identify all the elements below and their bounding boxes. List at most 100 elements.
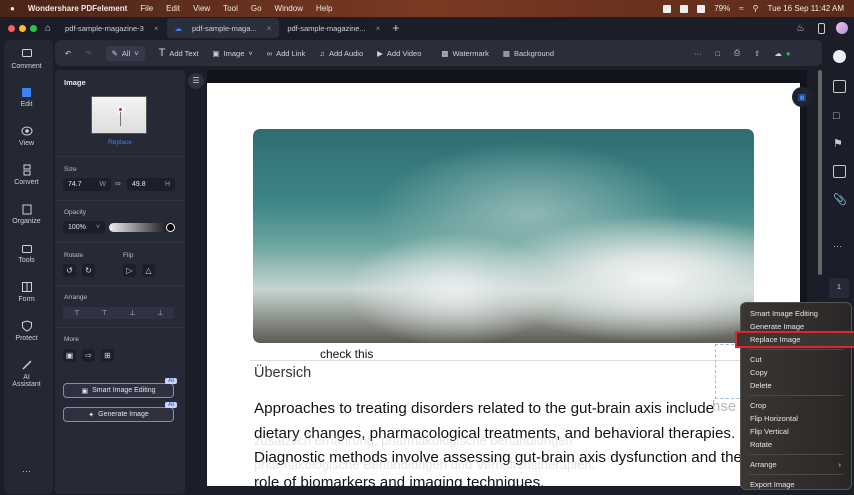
- undo-button[interactable]: ↶: [65, 49, 71, 58]
- scrollbar[interactable]: [818, 70, 822, 275]
- app-name[interactable]: Wondershare PDFelement: [28, 4, 127, 13]
- comments-icon[interactable]: □: [833, 110, 846, 123]
- avatar[interactable]: [836, 22, 848, 34]
- menu-item-smart-image-editing[interactable]: Smart Image Editing: [741, 307, 851, 320]
- flip-horizontal-button[interactable]: ▷: [123, 264, 136, 277]
- menu-help[interactable]: Help: [316, 4, 332, 13]
- more-options-button[interactable]: ···: [694, 49, 702, 58]
- height-input[interactable]: 49.8H: [127, 178, 175, 191]
- send-backward-icon[interactable]: ⊥: [129, 309, 135, 317]
- attachment-icon[interactable]: 📎: [833, 193, 846, 206]
- tab-3[interactable]: pdf-sample-magazine...×: [279, 18, 388, 38]
- menu-edit[interactable]: Edit: [166, 4, 180, 13]
- share-icon[interactable]: ⇧: [754, 49, 760, 58]
- menu-item-copy[interactable]: Copy: [741, 366, 851, 379]
- nav-edit[interactable]: Edit: [0, 86, 53, 108]
- add-link-button[interactable]: ∞Add Link: [267, 49, 306, 58]
- status-icon[interactable]: [663, 5, 671, 13]
- minimize-window-button[interactable]: [19, 25, 26, 32]
- selected-image[interactable]: [253, 129, 754, 343]
- menu-item-flip-horizontal[interactable]: Flip Horizontal: [741, 412, 851, 425]
- menu-item-flip-vertical[interactable]: Flip Vertical: [741, 425, 851, 438]
- close-window-button[interactable]: [8, 25, 15, 32]
- more-icon[interactable]: ···: [833, 241, 846, 254]
- replace-image-icon[interactable]: ▣: [63, 349, 76, 362]
- menu-item-delete[interactable]: Delete: [741, 379, 851, 392]
- bring-forward-icon[interactable]: ⊤: [102, 309, 108, 317]
- wifi-icon[interactable]: ≈: [739, 4, 743, 13]
- rotate-left-button[interactable]: ↺: [63, 264, 76, 277]
- menu-window[interactable]: Window: [275, 4, 303, 13]
- bell-icon[interactable]: ♨: [796, 23, 805, 34]
- status-icon[interactable]: [680, 5, 688, 13]
- menu-item-export-image[interactable]: Export Image: [741, 478, 851, 491]
- battery-percent[interactable]: 79%: [714, 4, 730, 13]
- nav-tools[interactable]: Tools: [0, 242, 53, 264]
- close-tab-icon[interactable]: ×: [267, 24, 272, 33]
- print-icon[interactable]: ⎙: [734, 48, 740, 58]
- close-tab-icon[interactable]: ×: [376, 24, 381, 33]
- slider-handle[interactable]: [166, 223, 175, 232]
- nav-view[interactable]: View: [0, 125, 53, 147]
- nav-organize[interactable]: Organize: [0, 203, 53, 225]
- image-dropdown[interactable]: ▣Image˅: [212, 49, 252, 58]
- menu-item-replace-image[interactable]: Replace Image: [737, 333, 854, 346]
- send-to-back-icon[interactable]: ⊥: [157, 309, 163, 317]
- form-fields-icon[interactable]: [833, 165, 846, 178]
- flip-vertical-button[interactable]: △: [142, 264, 155, 277]
- watermark-button[interactable]: ▩Watermark: [441, 49, 488, 58]
- floating-edit-icon[interactable]: ▣: [792, 87, 812, 107]
- background-button[interactable]: ▦Background: [503, 49, 554, 58]
- nav-comment[interactable]: Comment: [0, 48, 53, 70]
- close-tab-icon[interactable]: ×: [154, 24, 159, 33]
- menu-item-generate-image[interactable]: Generate Image: [741, 320, 851, 333]
- opacity-slider[interactable]: [109, 223, 175, 232]
- nav-form[interactable]: Form: [0, 281, 53, 303]
- link-ratio-icon[interactable]: ∞: [115, 179, 121, 188]
- ai-bot-icon[interactable]: [833, 50, 846, 63]
- generate-image-button[interactable]: ✦Generate ImageAI: [63, 407, 174, 422]
- redo-button[interactable]: ↷: [85, 49, 91, 58]
- opacity-dropdown[interactable]: 100%˅: [63, 221, 105, 234]
- menu-tool[interactable]: Tool: [223, 4, 238, 13]
- tab-2[interactable]: ☁pdf-sample-maga...×: [167, 18, 280, 38]
- nav-protect[interactable]: Protect: [0, 320, 53, 342]
- save-icon[interactable]: □: [716, 49, 721, 58]
- device-icon[interactable]: [818, 23, 825, 34]
- menu-item-cut[interactable]: Cut: [741, 353, 851, 366]
- settings-sliders-icon[interactable]: ☰: [188, 73, 204, 89]
- menu-item-rotate[interactable]: Rotate: [741, 438, 851, 451]
- datetime[interactable]: Tue 16 Sep 11:42 AM: [768, 4, 845, 13]
- apple-icon[interactable]: ●: [10, 4, 15, 13]
- thumbnails-icon[interactable]: [833, 80, 846, 93]
- smart-image-editing-button[interactable]: ▣Smart Image EditingAI: [63, 383, 174, 398]
- menu-view[interactable]: View: [193, 4, 210, 13]
- bookmark-icon[interactable]: ⚑: [833, 137, 846, 150]
- section-heading[interactable]: Übersich: [254, 365, 311, 381]
- crop-icon[interactable]: ⊞: [101, 349, 114, 362]
- search-icon[interactable]: ⚲: [753, 4, 759, 13]
- width-input[interactable]: 74.7W: [63, 178, 111, 191]
- new-tab-button[interactable]: +: [392, 21, 399, 35]
- add-text-button[interactable]: TAdd Text: [159, 47, 199, 59]
- nav-ai-assistant[interactable]: AI Assistant: [0, 359, 53, 388]
- menu-file[interactable]: File: [140, 4, 153, 13]
- cloud-sync-icon[interactable]: ☁●: [774, 49, 790, 58]
- status-icon[interactable]: [697, 5, 705, 13]
- replace-link[interactable]: Replace: [55, 139, 185, 146]
- annotation-text[interactable]: check this: [320, 347, 373, 361]
- nav-convert[interactable]: Convert: [0, 164, 53, 186]
- extract-image-icon[interactable]: ⇨: [82, 349, 95, 362]
- maximize-window-button[interactable]: [30, 25, 37, 32]
- menu-item-crop[interactable]: Crop: [741, 399, 851, 412]
- add-audio-button[interactable]: ♫Add Audio: [319, 49, 363, 58]
- more-button[interactable]: ···: [0, 466, 53, 476]
- rotate-right-button[interactable]: ↻: [82, 264, 95, 277]
- image-thumbnail[interactable]: [91, 96, 147, 134]
- home-icon[interactable]: ⌂: [45, 23, 51, 34]
- tab-1[interactable]: pdf-sample-magazine-3×: [57, 18, 166, 38]
- menu-go[interactable]: Go: [251, 4, 262, 13]
- menu-item-arrange[interactable]: Arrange›: [741, 458, 851, 471]
- all-dropdown[interactable]: ✎All˅: [106, 46, 145, 61]
- page-number[interactable]: 1: [829, 278, 849, 298]
